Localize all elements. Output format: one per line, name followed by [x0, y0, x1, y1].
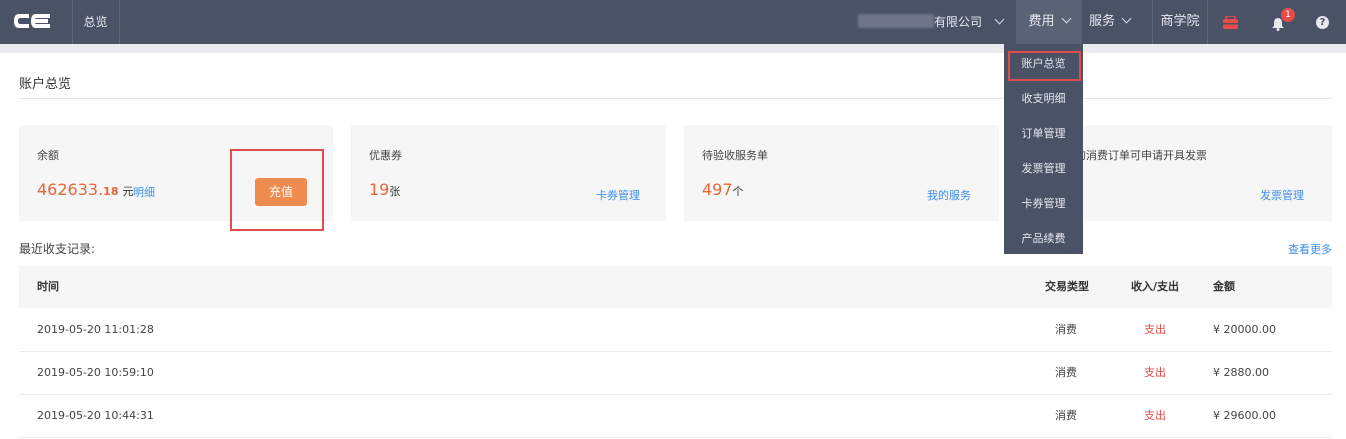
coupon-unit: 张: [389, 185, 401, 198]
nav-fees-label: 费用: [1028, 14, 1055, 29]
table-row: 2019-05-20 11:01:28 消费 支出 ¥ 20000.00: [19, 309, 1332, 352]
main-panel: 账户总览 余额 462633.18 元 明细 优惠券 19张 卡券管理 待验收服务…: [0, 53, 1346, 439]
ce-logo-icon: [14, 14, 50, 28]
menu-item-transactions[interactable]: 收支明细: [1004, 81, 1083, 116]
cart-icon[interactable]: [1223, 16, 1238, 29]
row-income-expense: 支出: [1144, 366, 1166, 379]
row-amount: ¥ 29600.00: [1213, 409, 1276, 422]
header-amount: 金额: [1213, 280, 1235, 293]
nav-service[interactable]: 服务: [1089, 0, 1132, 44]
header-type: 交易类型: [1045, 280, 1089, 293]
coupon-value: 19张: [369, 180, 400, 199]
row-amount: ¥ 2880.00: [1213, 366, 1269, 379]
nav-fees[interactable]: 费用: [1016, 0, 1082, 44]
table-row: 2019-05-20 10:59:10 消费 支出 ¥ 2880.00: [19, 352, 1332, 395]
row-amount: ¥ 20000.00: [1213, 323, 1276, 336]
balance-decimal: 18: [103, 185, 119, 198]
recent-records-title: 最近收支记录:: [19, 242, 96, 256]
row-type: 消费: [1055, 366, 1077, 379]
row-income-expense: 支出: [1144, 409, 1166, 422]
row-income-expense: 支出: [1144, 323, 1166, 336]
notification-badge: 1: [1281, 8, 1295, 22]
brand-logo[interactable]: [0, 0, 73, 44]
pending-service-count: 497: [702, 180, 733, 199]
nav-business-school[interactable]: 商学院: [1152, 0, 1208, 44]
help-icon[interactable]: ?: [1316, 16, 1329, 29]
title-divider: [19, 98, 1332, 99]
top-navigation-bar: 总览 有限公司 费用 服务 商学院 1 ?: [0, 0, 1346, 44]
records-table-header: 时间 交易类型 收入/支出 金额: [19, 266, 1332, 308]
chevron-down-icon: [1121, 13, 1132, 24]
menu-item-coupons[interactable]: 卡券管理: [1004, 186, 1083, 221]
balance-value: 462633.18 元: [37, 180, 133, 199]
view-more-link[interactable]: 查看更多: [1288, 241, 1332, 257]
table-row: 2019-05-20 10:44:31 消费 支出 ¥ 29600.00: [19, 395, 1332, 438]
highlight-box-recharge: [230, 149, 324, 231]
row-time: 2019-05-20 10:44:31: [37, 409, 154, 422]
menu-item-invoices[interactable]: 发票管理: [1004, 151, 1083, 186]
header-income-expense: 收入/支出: [1131, 280, 1180, 293]
coupon-count: 19: [369, 180, 390, 199]
coupon-label: 优惠券: [369, 149, 402, 162]
balance-label: 余额: [37, 149, 59, 162]
menu-item-orders[interactable]: 订单管理: [1004, 116, 1083, 151]
nav-overview[interactable]: 总览: [72, 0, 120, 44]
chevron-down-icon: [1061, 13, 1071, 24]
nav-service-label: 服务: [1089, 14, 1116, 29]
row-type: 消费: [1055, 409, 1077, 422]
pending-service-label: 待验收服务单: [702, 149, 768, 162]
pending-service-value: 497个: [702, 180, 744, 199]
menu-item-renewal[interactable]: 产品续费: [1004, 221, 1083, 256]
company-suffix: 有限公司: [934, 15, 983, 29]
pending-service-card: 待验收服务单 497个 我的服务: [684, 125, 999, 221]
highlight-box-account-overview: [1008, 51, 1081, 81]
balance-unit: 元: [122, 185, 134, 198]
row-type: 消费: [1055, 323, 1077, 336]
company-switcher[interactable]: 有限公司: [858, 0, 1005, 44]
row-time: 2019-05-20 11:01:28: [37, 323, 154, 336]
balance-integer: 462633.: [37, 180, 104, 199]
company-name-redacted: [858, 14, 934, 28]
chevron-down-icon: [994, 14, 1005, 25]
header-time: 时间: [37, 280, 59, 293]
balance-detail-link[interactable]: 明细: [133, 184, 155, 200]
invoice-label: 的消费订单可申请开具发票: [1075, 149, 1207, 162]
pending-service-unit: 个: [732, 185, 744, 198]
my-service-link[interactable]: 我的服务: [927, 187, 971, 203]
coupon-card: 优惠券 19张 卡券管理: [351, 125, 666, 221]
invoice-manage-link[interactable]: 发票管理: [1260, 187, 1304, 203]
page-title: 账户总览: [19, 77, 72, 92]
row-time: 2019-05-20 10:59:10: [37, 366, 154, 379]
coupon-manage-link[interactable]: 卡券管理: [596, 187, 640, 203]
